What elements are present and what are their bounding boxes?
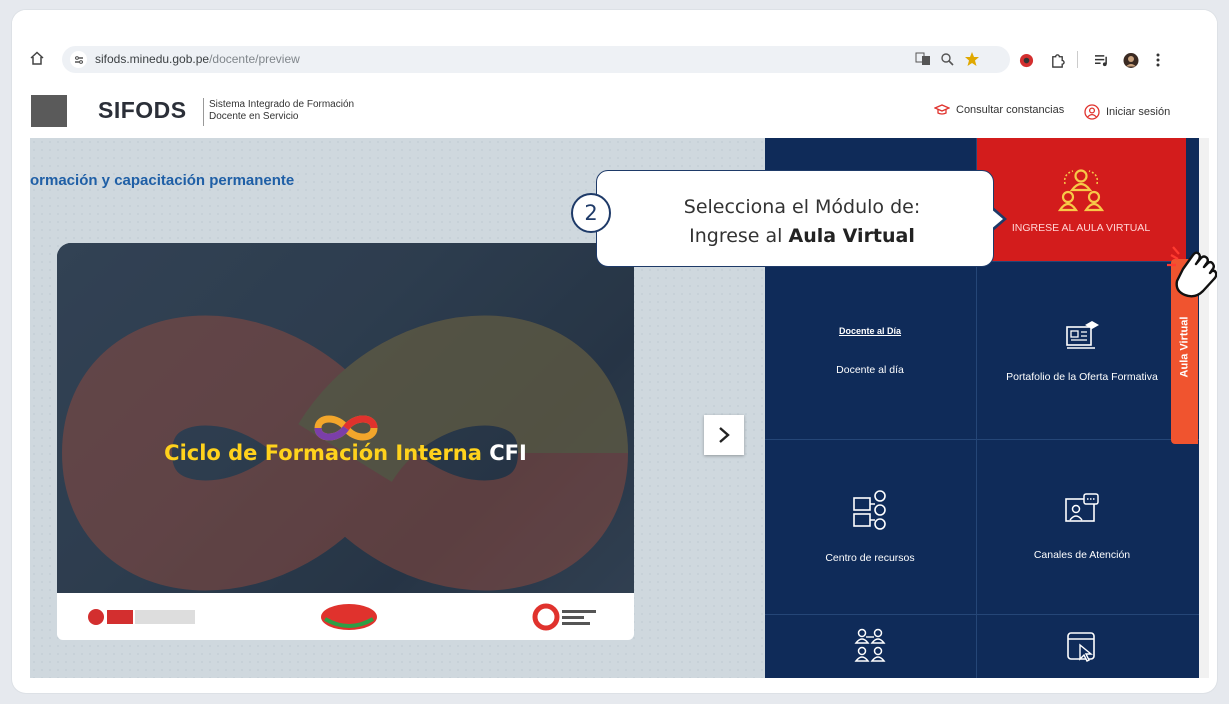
peru-campaign-logo	[321, 604, 377, 630]
tile-web-click[interactable]	[977, 615, 1187, 678]
address-bar[interactable]: sifods.minedu.gob.pe/docente/preview	[62, 46, 1010, 73]
tile-centro-recursos[interactable]: Centro de recursos	[765, 440, 975, 614]
promo-title-white: CFI	[489, 441, 527, 465]
tile-canales-atencion-label: Canales de Atención	[1033, 549, 1131, 561]
brand-subtitle: Sistema Integrado de Formación Docente e…	[209, 99, 354, 123]
menu-icon[interactable]	[1150, 52, 1166, 68]
logo-mark	[31, 95, 67, 127]
brand-subtitle-line1: Sistema Integrado de Formación	[209, 99, 355, 110]
group-icon	[1057, 168, 1105, 211]
support-icon	[1065, 493, 1099, 522]
promo-title-yellow: Ciclo de Formación Interna	[164, 441, 482, 465]
site-info-icon[interactable]	[70, 51, 87, 68]
bicentennial-logo	[532, 603, 596, 631]
consultar-constancias-link[interactable]: Consultar constancias	[934, 104, 1064, 116]
url-text: sifods.minedu.gob.pe/docente/preview	[95, 52, 300, 66]
translate-icon[interactable]	[915, 51, 931, 67]
tile-docente-al-dia[interactable]: Docente al Día Docente al día	[765, 262, 975, 439]
promo-card[interactable]: Ciclo de Formación Interna CFI	[57, 243, 634, 630]
login-label: Iniciar sesión	[1106, 106, 1171, 118]
screenshot-card: sifods.minedu.gob.pe/docente/preview SIF…	[12, 10, 1217, 693]
tile-aula-virtual-label: INGRESE AL AULA VIRTUAL	[1011, 221, 1151, 234]
tile-portafolio-label: Portafolio de la Oferta Formativa	[1006, 370, 1158, 383]
callout-text: Selecciona el Módulo de: Ingrese al Aula…	[612, 193, 992, 251]
docente-al-dia-logo: Docente al Día	[838, 325, 902, 336]
tile-portafolio[interactable]: Portafolio de la Oferta Formativa	[977, 262, 1187, 439]
callout-line1: Selecciona el Módulo de:	[683, 196, 921, 218]
brand-divider	[203, 98, 204, 126]
extension-icon[interactable]	[1018, 52, 1034, 68]
bookmark-star-icon[interactable]	[964, 51, 980, 67]
promo-footer-logos	[57, 593, 634, 640]
url-path: /docente/preview	[209, 52, 300, 66]
scrollbar[interactable]	[1199, 138, 1209, 678]
media-icon[interactable]	[1093, 52, 1109, 68]
graduation-cap-icon	[934, 104, 950, 115]
side-tab-label: Aula Virtual	[1178, 316, 1191, 378]
site-header: SIFODS Sistema Integrado de Formación Do…	[12, 92, 1217, 138]
profile-icon[interactable]	[1123, 52, 1139, 68]
carousel-next-button[interactable]	[704, 415, 744, 455]
toolbar-divider	[1077, 51, 1078, 68]
step-number-badge: 2	[571, 193, 611, 233]
peru-ministry-logo	[88, 609, 195, 625]
tile-docente-al-dia-label: Docente al día	[836, 363, 904, 376]
brand-subtitle-line2: Docente en Servicio	[209, 111, 299, 122]
chevron-right-icon	[719, 427, 730, 443]
browser-toolbar: sifods.minedu.gob.pe/docente/preview	[12, 10, 1217, 92]
callout-line2: Ingrese al Aula Virtual	[612, 222, 992, 251]
url-host: sifods.minedu.gob.pe	[95, 52, 210, 66]
web-click-icon	[1067, 631, 1095, 662]
brand-name[interactable]: SIFODS	[98, 97, 187, 124]
home-icon[interactable]	[29, 50, 45, 66]
tile-network[interactable]	[765, 615, 975, 678]
network-icon	[854, 628, 886, 662]
tile-centro-recursos-label: Centro de recursos	[825, 552, 915, 564]
zoom-icon[interactable]	[939, 51, 955, 67]
portfolio-icon	[1066, 320, 1099, 349]
callout-line2-prefix: Ingrese al	[689, 225, 783, 247]
tile-aula-virtual[interactable]: INGRESE AL AULA VIRTUAL	[976, 138, 1186, 261]
callout-line2-bold: Aula Virtual	[788, 225, 915, 247]
resources-icon	[853, 490, 886, 530]
hand-pointer-icon	[1167, 246, 1217, 298]
consultar-label: Consultar constancias	[956, 104, 1065, 116]
user-icon	[1084, 104, 1100, 120]
promo-title: Ciclo de Formación Interna CFI	[57, 441, 634, 465]
cfi-logo-icon	[314, 415, 378, 441]
iniciar-sesion-link[interactable]: Iniciar sesión	[1084, 104, 1170, 120]
banner-title: ormación y capacitación permanente	[30, 172, 295, 189]
puzzle-icon[interactable]	[1049, 52, 1065, 68]
tile-canales-atencion[interactable]: Canales de Atención	[977, 440, 1187, 614]
